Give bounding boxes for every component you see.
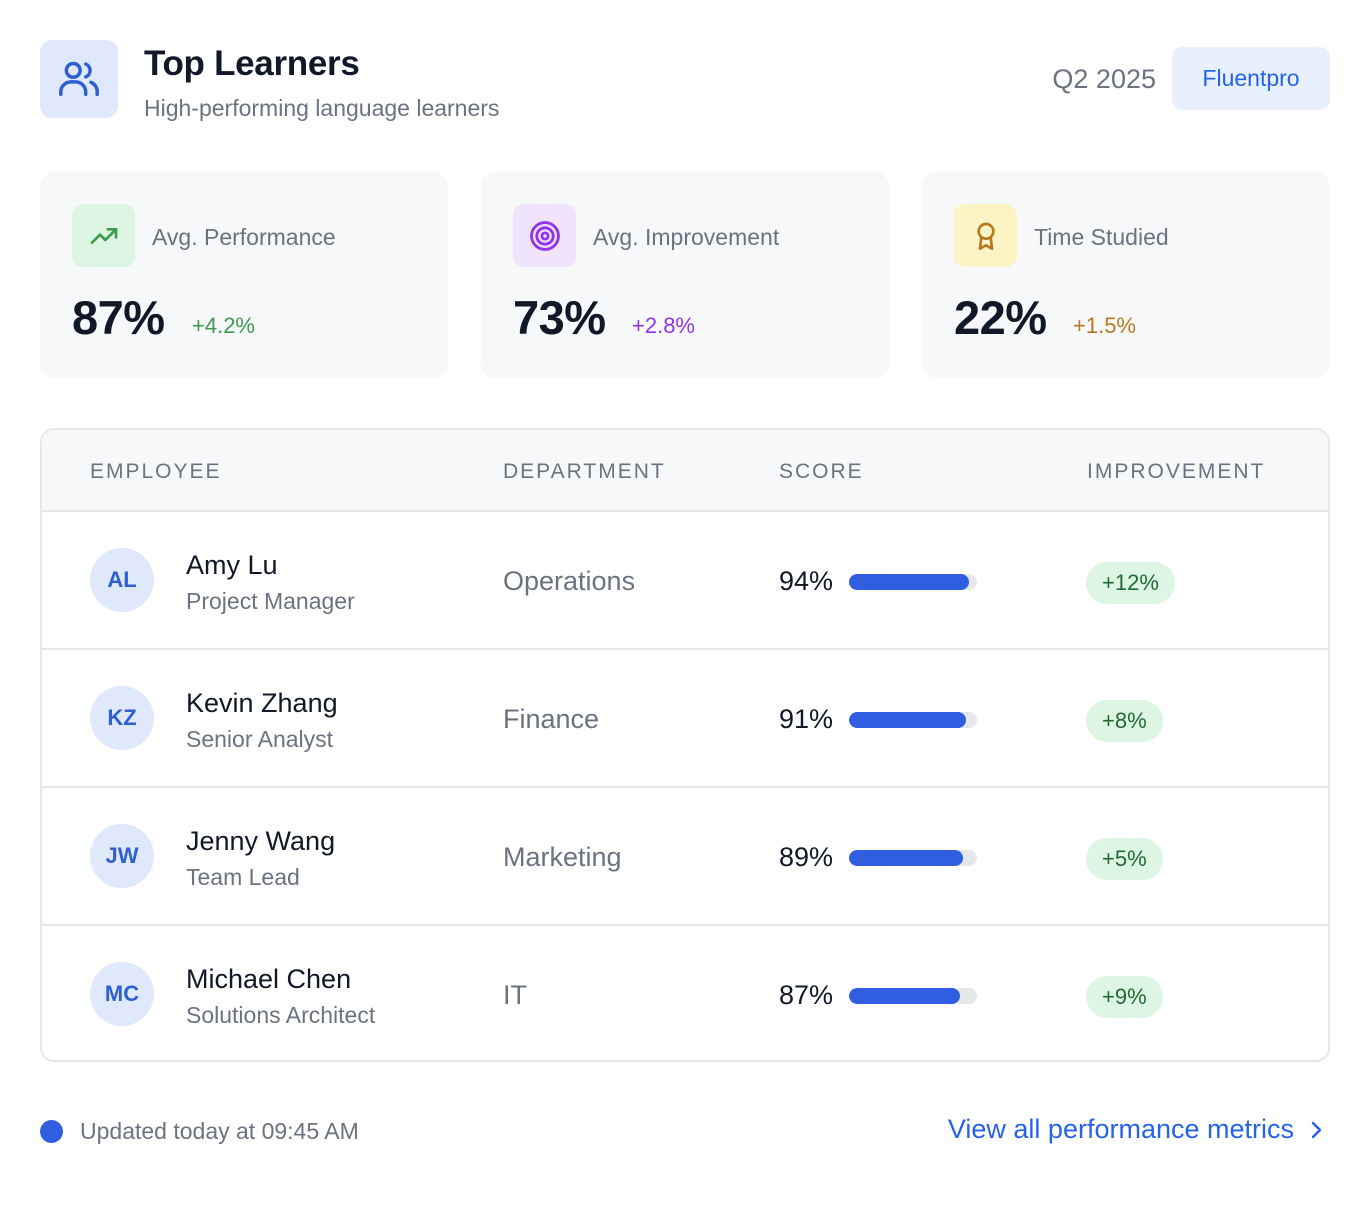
- score-value: 91%: [779, 704, 834, 734]
- improvement-badge: +8%: [1086, 700, 1163, 742]
- employee-role: Solutions Architect: [186, 1002, 376, 1028]
- table-row[interactable]: MC Michael Chen Solutions Architect IT 8…: [42, 926, 1328, 1060]
- view-all-label: View all performance metrics: [947, 1114, 1294, 1144]
- improvement-badge: +5%: [1086, 838, 1163, 880]
- stat-label: Avg. Improvement: [593, 224, 780, 250]
- score: 94%: [779, 566, 978, 597]
- updated-timestamp: Updated today at 09:45 AM: [80, 1118, 359, 1144]
- employee-name: Amy Lu: [186, 550, 278, 580]
- score-bar: [849, 987, 978, 1004]
- target-icon: [513, 204, 576, 267]
- period-label: Q2 2025: [1052, 64, 1156, 94]
- column-header-improvement: IMPROVEMENT: [1087, 460, 1266, 483]
- page-title: Top Learners: [144, 44, 360, 83]
- avatar: JW: [90, 824, 154, 888]
- table-row[interactable]: KZ Kevin Zhang Senior Analyst Finance 91…: [42, 650, 1328, 788]
- stat-change: +2.8%: [632, 313, 695, 338]
- header-badge: [40, 40, 118, 118]
- stat-value: 73%: [513, 291, 606, 344]
- trending-up-icon: [72, 204, 135, 267]
- stat-card-improvement: Avg. Improvement 73% +2.8%: [481, 172, 889, 378]
- employee-name: Michael Chen: [186, 964, 352, 994]
- score: 89%: [779, 842, 978, 873]
- column-header-employee: EMPLOYEE: [90, 460, 222, 483]
- stat-label: Time Studied: [1034, 224, 1169, 250]
- table-header: EMPLOYEE DEPARTMENT SCORE IMPROVEMENT: [42, 430, 1328, 512]
- users-icon: [59, 61, 99, 97]
- score-bar: [849, 849, 978, 866]
- score-value: 87%: [779, 980, 834, 1010]
- department: Operations: [503, 566, 636, 596]
- table-row[interactable]: AL Amy Lu Project Manager Operations 94%…: [42, 512, 1328, 650]
- employee-role: Team Lead: [186, 864, 300, 890]
- stat-label: Avg. Performance: [152, 224, 336, 250]
- status-dot: [40, 1120, 63, 1143]
- department: IT: [503, 980, 527, 1010]
- award-icon: [954, 204, 1017, 267]
- column-header-department: DEPARTMENT: [503, 460, 666, 483]
- score: 87%: [779, 980, 978, 1011]
- score: 91%: [779, 704, 978, 735]
- score-bar: [849, 711, 978, 728]
- stat-card-time-studied: Time Studied 22% +1.5%: [922, 172, 1330, 378]
- avatar: KZ: [90, 686, 154, 750]
- page-subtitle: High-performing language learners: [144, 95, 500, 121]
- department: Finance: [503, 704, 600, 734]
- employee-role: Senior Analyst: [186, 726, 334, 752]
- stat-change: +4.2%: [192, 313, 255, 338]
- score-value: 94%: [779, 566, 834, 596]
- score-bar-fill: [849, 849, 963, 866]
- brand-button[interactable]: Fluentpro: [1172, 47, 1330, 110]
- avatar: AL: [90, 548, 154, 612]
- score-value: 89%: [779, 842, 834, 872]
- stat-card-performance: Avg. Performance 87% +4.2%: [40, 172, 448, 378]
- score-bar-fill: [849, 987, 961, 1004]
- improvement-badge: +12%: [1086, 562, 1175, 604]
- employee-role: Project Manager: [186, 588, 355, 614]
- improvement-badge: +9%: [1086, 976, 1163, 1018]
- score-bar-fill: [849, 573, 970, 590]
- column-header-score: SCORE: [779, 460, 864, 483]
- chevron-right-icon: [1311, 1121, 1322, 1138]
- learners-table: EMPLOYEE DEPARTMENT SCORE IMPROVEMENT AL…: [40, 428, 1330, 1062]
- avatar: MC: [90, 962, 154, 1026]
- table-row[interactable]: JW Jenny Wang Team Lead Marketing 89% +5…: [42, 788, 1328, 926]
- employee-name: Kevin Zhang: [186, 688, 338, 718]
- employee-name: Jenny Wang: [186, 826, 336, 856]
- score-bar-fill: [849, 711, 966, 728]
- view-all-metrics-link[interactable]: View all performance metrics: [948, 1114, 1324, 1145]
- stat-value: 87%: [72, 291, 165, 344]
- stat-value: 22%: [954, 291, 1047, 344]
- department: Marketing: [503, 842, 622, 872]
- stat-change: +1.5%: [1073, 313, 1136, 338]
- score-bar: [849, 573, 978, 590]
